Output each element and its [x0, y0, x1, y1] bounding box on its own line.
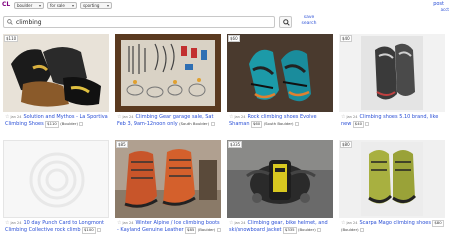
- search-icon: [283, 19, 290, 26]
- price-badge: $60: [228, 35, 240, 42]
- listing-price: $110: [45, 121, 59, 128]
- listing-card[interactable]: ☆Jan 24 Climbing Gear garage sale, Sat Fe…: [115, 34, 221, 136]
- listing-location: (Boulder): [341, 227, 359, 232]
- listing-image[interactable]: $335: [227, 140, 333, 218]
- listing-info: ☆Jan 24 Solution and Mythos - La Sportiva…: [3, 114, 109, 136]
- listing-card[interactable]: $335 ☆Jan 24 Climbing gear, bike helmet, …: [227, 140, 333, 242]
- category-select[interactable]: for sale ▾: [47, 2, 77, 9]
- listing-card[interactable]: $85 ☆Jan 24 Winter Alpine / Ice climbing …: [115, 140, 221, 242]
- chevron-down-icon: ▾: [106, 3, 109, 8]
- climbing-shoes-photo: [3, 34, 109, 112]
- subcategory-select-value: sporting: [83, 3, 100, 8]
- listing-card[interactable]: $40 ☆Jan 24 Climbing shoes 5.10 brand, li…: [339, 34, 445, 136]
- listing-info: ☆Jan 24 Climbing gear, bike helmet, and s…: [227, 220, 333, 242]
- listing-date: Jan 24: [122, 115, 134, 119]
- hide-icon[interactable]: [97, 227, 102, 232]
- listing-info: ☆Jan 24 Winter Alpine / Ice climbing boot…: [115, 220, 221, 242]
- save-search-line2: search: [301, 21, 317, 26]
- listing-location: (South Boulder): [263, 121, 294, 126]
- star-icon[interactable]: ☆: [229, 114, 233, 120]
- search-input[interactable]: climbing: [3, 16, 275, 28]
- listing-image[interactable]: $110: [3, 34, 109, 112]
- star-icon[interactable]: ☆: [229, 220, 233, 226]
- listing-price: $85: [185, 227, 197, 234]
- listing-image[interactable]: $85: [115, 140, 221, 218]
- hide-icon[interactable]: [360, 227, 365, 232]
- chevron-down-icon: ▾: [38, 3, 41, 8]
- price-badge: $110: [4, 35, 19, 42]
- chevron-down-icon: ▾: [71, 3, 74, 8]
- price-badge: $85: [116, 141, 128, 148]
- listing-price: $40: [352, 121, 365, 128]
- listing-image-placeholder[interactable]: [3, 140, 109, 218]
- listing-price: $335: [282, 227, 297, 234]
- star-icon[interactable]: ☆: [5, 220, 9, 226]
- price-badge: $40: [340, 35, 352, 42]
- ice-climbing-boots-photo: [115, 140, 221, 218]
- no-image-icon: [4, 141, 108, 217]
- listing-info: ☆Jan 24 Climbing Gear garage sale, Sat Fe…: [115, 114, 221, 136]
- listing-image[interactable]: $60: [227, 34, 333, 112]
- craigslist-logo[interactable]: CL: [2, 1, 10, 8]
- listing-date: Jan 24: [234, 221, 246, 225]
- listing-price: $60: [250, 121, 263, 128]
- listing-date: Jan 24: [346, 115, 358, 119]
- star-icon[interactable]: ☆: [341, 114, 345, 120]
- listing-card[interactable]: $80 ☆Jan 24 Scarpa Mago climbing shoes $8…: [339, 140, 445, 242]
- subcategory-select[interactable]: sporting ▾: [80, 2, 112, 9]
- listing-info: ☆Jan 24 Scarpa Mago climbing shoes $80 (B…: [339, 220, 445, 242]
- star-icon[interactable]: ☆: [117, 114, 121, 120]
- category-select-value: for sale: [50, 3, 65, 8]
- location-select[interactable]: boulder ▾: [14, 2, 44, 9]
- star-icon[interactable]: ☆: [117, 220, 121, 226]
- star-icon[interactable]: ☆: [5, 114, 9, 120]
- search-icon: [7, 19, 13, 25]
- listing-date: Jan 24: [10, 115, 22, 119]
- listing-date: Jan 24: [122, 221, 134, 225]
- listing-date: Jan 24: [10, 221, 22, 225]
- location-select-value: boulder: [17, 3, 33, 8]
- search-input-value: climbing: [16, 19, 42, 26]
- climbing-gear-photo: [115, 34, 221, 112]
- listing-card[interactable]: $60 ☆Jan 24 Rock climbing shoes Evolve Sh…: [227, 34, 333, 136]
- save-search-link[interactable]: save search: [299, 15, 319, 27]
- hide-icon[interactable]: [216, 227, 221, 232]
- listing-title[interactable]: Scarpa Mago climbing shoes: [359, 220, 430, 226]
- listing-date: Jan 24: [346, 221, 358, 225]
- listing-location: (Boulder): [197, 227, 216, 232]
- listing-info: ☆Jan 24 Climbing shoes 5.10 brand, like n…: [339, 114, 445, 136]
- hide-icon[interactable]: [317, 227, 322, 232]
- price-badge: $80: [340, 141, 352, 148]
- listing-date: Jan 24: [234, 115, 246, 119]
- listing-card[interactable]: ☆Jan 24 10 day Punch Card to Longmont Cli…: [3, 140, 109, 242]
- price-badge: $335: [228, 141, 243, 148]
- search-button[interactable]: [279, 16, 292, 28]
- climbing-shoes-photo: [227, 34, 333, 112]
- star-icon[interactable]: ☆: [341, 220, 345, 226]
- hide-icon[interactable]: [365, 121, 370, 126]
- top-bar: CL boulder ▾ for sale ▾ sporting ▾ post acc…: [0, 0, 450, 12]
- listing-image[interactable]: $40: [339, 34, 445, 112]
- listing-image[interactable]: $80: [339, 140, 445, 218]
- hide-icon[interactable]: [294, 121, 299, 126]
- climbing-gear-photo: [227, 140, 333, 218]
- listing-location: (Boulder): [60, 121, 78, 126]
- listing-image[interactable]: [115, 34, 221, 112]
- listing-location: (South Boulder): [179, 121, 210, 126]
- listing-info: ☆Jan 24 10 day Punch Card to Longmont Cli…: [3, 220, 109, 242]
- climbing-shoes-photo: [339, 140, 445, 218]
- listing-card[interactable]: $110 ☆Jan 24 Solution and Mythos - La Spo…: [3, 34, 109, 136]
- hide-icon[interactable]: [79, 121, 84, 126]
- listing-price: $80: [432, 220, 444, 227]
- hide-icon[interactable]: [210, 121, 215, 126]
- account-link[interactable]: acct: [441, 7, 449, 12]
- climbing-shoes-photo: [339, 34, 445, 112]
- listing-price: $100: [82, 227, 96, 234]
- listing-location: (Boulder): [298, 227, 316, 232]
- listing-info: ☆Jan 24 Rock climbing shoes Evolve Shaman…: [227, 114, 333, 136]
